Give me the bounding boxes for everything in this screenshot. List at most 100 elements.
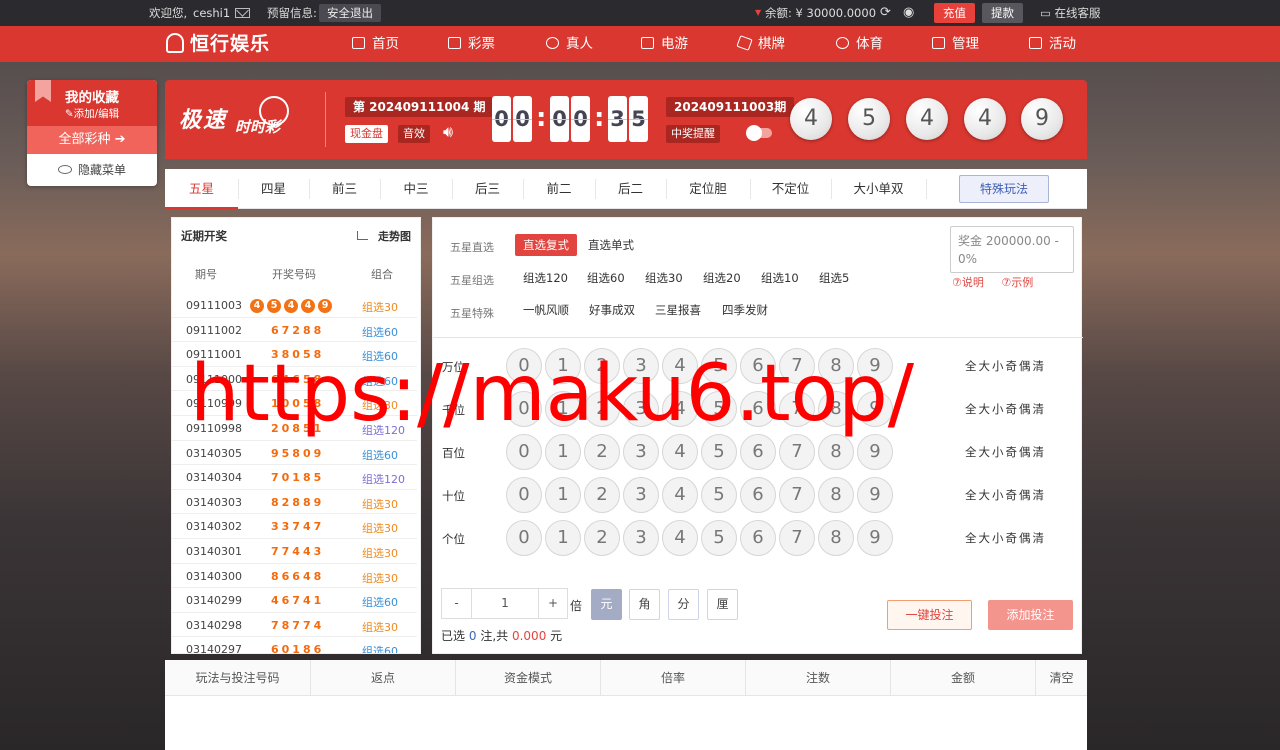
tab-position[interactable]: 定位胆 [666, 169, 750, 209]
quick-select-option[interactable]: 全 [965, 488, 979, 502]
unit-fen[interactable]: 分 [668, 589, 699, 620]
quick-select-option[interactable]: 大 [979, 445, 993, 459]
tab-four-star[interactable]: 四星 [238, 169, 309, 209]
digit-ball[interactable]: 1 [545, 477, 581, 513]
option-special-1[interactable]: 一帆风顺 [515, 299, 577, 321]
option-group-60[interactable]: 组选60 [579, 267, 633, 289]
quick-select-option[interactable]: 全 [965, 445, 979, 459]
digit-ball[interactable]: 1 [545, 520, 581, 556]
prize-select[interactable]: 奖金 200000.00 - 0% [950, 226, 1074, 273]
digit-ball[interactable]: 9 [857, 520, 893, 556]
digit-ball[interactable]: 0 [506, 477, 542, 513]
digit-ball[interactable]: 4 [662, 477, 698, 513]
quick-select-option[interactable]: 奇 [1006, 488, 1020, 502]
cash-mode-badge[interactable]: 现金盘 [345, 125, 388, 143]
tab-five-star[interactable]: 五星 [165, 169, 238, 209]
nav-events[interactable]: 活动 [1029, 26, 1076, 62]
digit-ball[interactable]: 7 [779, 434, 815, 470]
digit-ball[interactable]: 7 [779, 520, 815, 556]
digit-ball[interactable]: 6 [740, 477, 776, 513]
digit-ball[interactable]: 6 [740, 434, 776, 470]
service-link[interactable]: ▭ 在线客服 [1040, 0, 1101, 26]
win-remind-toggle[interactable] [746, 125, 772, 141]
quick-select-option[interactable]: 偶 [1019, 402, 1033, 416]
digit-ball[interactable]: 0 [506, 520, 542, 556]
quick-select-option[interactable]: 偶 [1019, 488, 1033, 502]
eye-icon[interactable]: ◉ [903, 0, 914, 26]
all-lotteries-button[interactable]: 全部彩种 ➔ [27, 126, 157, 154]
withdraw-button[interactable]: 提款 [982, 3, 1023, 23]
nav-sports[interactable]: 体育 [836, 26, 883, 62]
hide-menu-button[interactable]: 隐藏菜单 [27, 154, 157, 186]
quick-bet-button[interactable]: 一键投注 [887, 600, 972, 630]
nav-manage[interactable]: 管理 [932, 26, 979, 62]
quick-select-option[interactable]: 偶 [1019, 445, 1033, 459]
quick-select-option[interactable]: 小 [992, 488, 1006, 502]
tab-big-small[interactable]: 大小单双 [831, 169, 926, 209]
nav-cards[interactable]: 棋牌 [736, 26, 785, 62]
quick-select-option[interactable]: 大 [979, 488, 993, 502]
caret-down-icon[interactable]: ▼ [755, 0, 761, 26]
quick-select-option[interactable]: 大 [979, 359, 993, 373]
digit-ball[interactable]: 3 [623, 477, 659, 513]
quick-select-option[interactable]: 小 [992, 402, 1006, 416]
explain-link[interactable]: ⑦说明 [952, 276, 984, 289]
digit-ball[interactable]: 9 [857, 477, 893, 513]
digit-ball[interactable]: 8 [818, 520, 854, 556]
nav-lottery[interactable]: 彩票 [448, 26, 495, 62]
quick-select-option[interactable]: 清 [1033, 531, 1047, 545]
quick-select-option[interactable]: 奇 [1006, 359, 1020, 373]
digit-ball[interactable]: 5 [701, 477, 737, 513]
option-group-20[interactable]: 组选20 [695, 267, 749, 289]
quick-select-option[interactable]: 清 [1033, 402, 1047, 416]
option-special-2[interactable]: 好事成双 [581, 299, 643, 321]
digit-ball[interactable]: 3 [623, 434, 659, 470]
digit-ball[interactable]: 4 [662, 434, 698, 470]
recharge-button[interactable]: 充值 [934, 3, 975, 23]
mail-icon[interactable] [235, 0, 250, 26]
add-bet-button[interactable]: 添加投注 [988, 600, 1073, 630]
quick-select-option[interactable]: 大 [979, 531, 993, 545]
nav-slots[interactable]: 电游 [641, 26, 688, 62]
digit-ball[interactable]: 3 [623, 520, 659, 556]
option-group-30[interactable]: 组选30 [637, 267, 691, 289]
unit-li[interactable]: 厘 [707, 589, 738, 620]
quick-select-option[interactable]: 奇 [1006, 531, 1020, 545]
quick-select-option[interactable]: 全 [965, 402, 979, 416]
quick-select-option[interactable]: 小 [992, 445, 1006, 459]
tab-front-three[interactable]: 前三 [309, 169, 380, 209]
digit-ball[interactable]: 0 [506, 434, 542, 470]
unit-jiao[interactable]: 角 [629, 589, 660, 620]
quick-select-option[interactable]: 奇 [1006, 402, 1020, 416]
option-special-4[interactable]: 四季发财 [714, 299, 776, 321]
quick-select-option[interactable]: 奇 [1006, 445, 1020, 459]
option-direct-single[interactable]: 直选单式 [580, 234, 642, 256]
nav-home[interactable]: 首页 [352, 26, 399, 62]
quick-select-option[interactable]: 偶 [1019, 531, 1033, 545]
tab-front-two[interactable]: 前二 [523, 169, 595, 209]
quick-select-option[interactable]: 清 [1033, 488, 1047, 502]
digit-ball[interactable]: 2 [584, 520, 620, 556]
multiple-minus-button[interactable]: - [441, 588, 472, 619]
digit-ball[interactable]: 8 [818, 477, 854, 513]
option-group-10[interactable]: 组选10 [753, 267, 807, 289]
digit-ball[interactable]: 2 [584, 434, 620, 470]
digit-ball[interactable]: 4 [662, 520, 698, 556]
logout-button[interactable]: 安全退出 [319, 4, 381, 22]
digit-ball[interactable]: 9 [857, 434, 893, 470]
special-play-button[interactable]: 特殊玩法 [959, 175, 1049, 203]
quick-select-option[interactable]: 小 [992, 359, 1006, 373]
option-direct-compound[interactable]: 直选复式 [515, 234, 577, 256]
example-link[interactable]: ⑦示例 [1001, 276, 1033, 289]
quick-select-option[interactable]: 全 [965, 531, 979, 545]
quick-select-option[interactable]: 偶 [1019, 359, 1033, 373]
unit-yuan[interactable]: 元 [591, 589, 622, 620]
quick-select-option[interactable]: 小 [992, 531, 1006, 545]
tab-unfixed[interactable]: 不定位 [750, 169, 831, 209]
multiple-input[interactable]: 1 [471, 588, 539, 619]
option-group-5[interactable]: 组选5 [811, 267, 857, 289]
digit-ball[interactable]: 7 [779, 477, 815, 513]
digit-ball[interactable]: 8 [818, 434, 854, 470]
favorites-edit-link[interactable]: ✎添加/编辑 [65, 108, 119, 120]
digit-ball[interactable]: 2 [584, 477, 620, 513]
